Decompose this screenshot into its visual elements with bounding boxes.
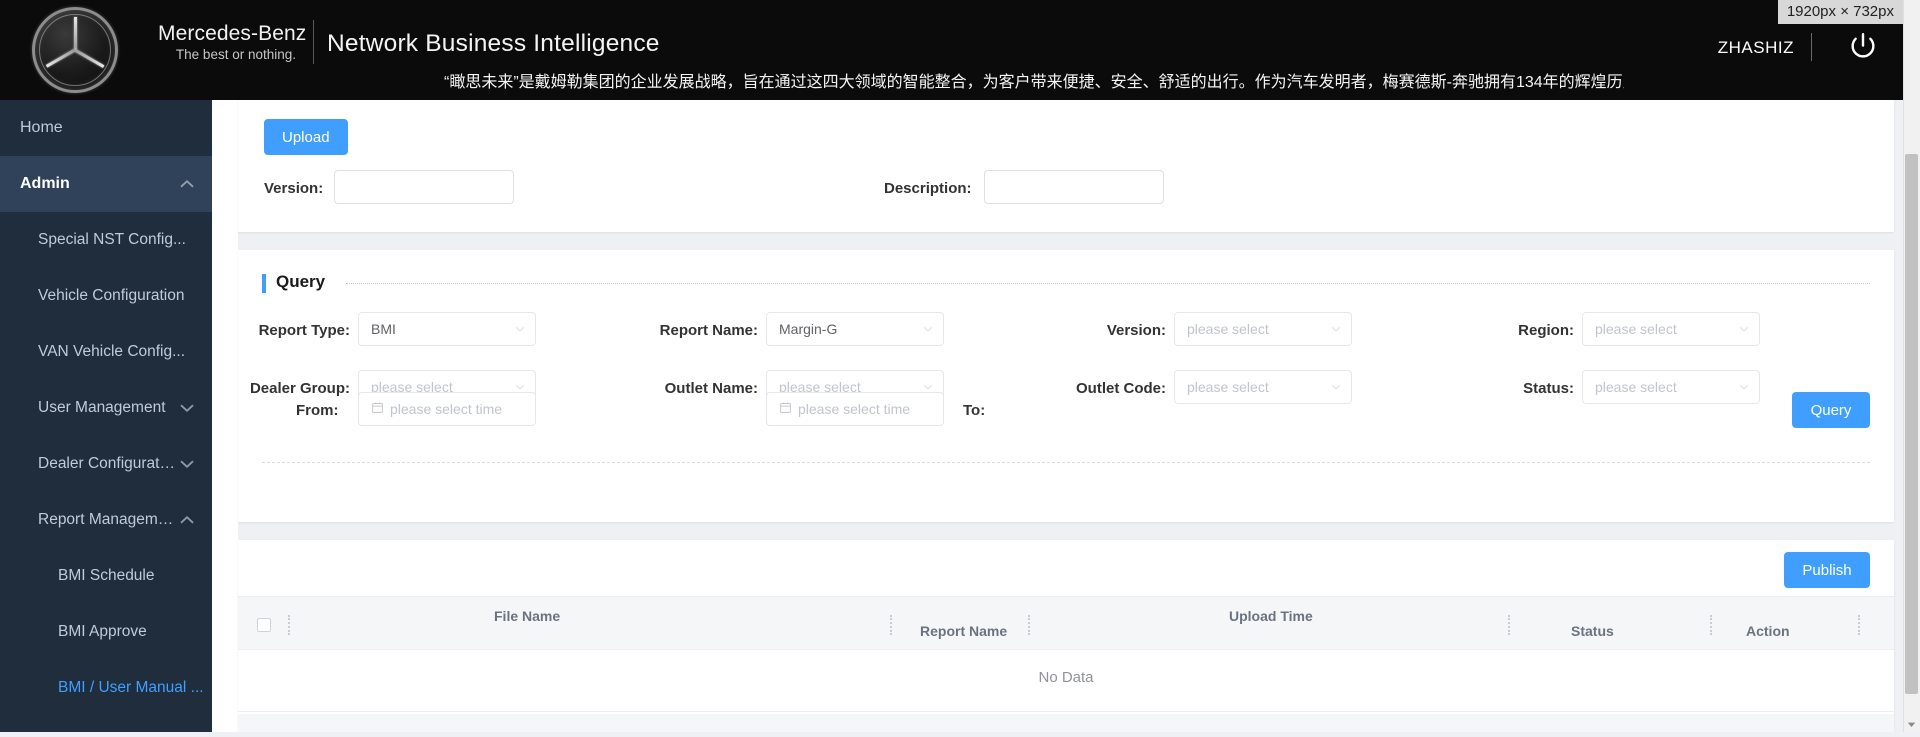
to-date-picker[interactable]: please select time	[766, 392, 944, 426]
status-select[interactable]: please select	[1582, 370, 1760, 404]
sidebar-item-report-management[interactable]: Report Management	[0, 492, 212, 548]
chevron-down-icon[interactable]	[176, 453, 198, 475]
query-bottom-divider	[262, 462, 1870, 463]
header-divider	[1811, 33, 1812, 61]
calendar-icon	[779, 401, 792, 417]
column-header-report-name[interactable]: Report Name	[920, 623, 1007, 639]
chevron-up-icon[interactable]	[176, 509, 198, 531]
column-header-action[interactable]: Action	[1746, 623, 1790, 639]
mercedes-star-icon[interactable]	[32, 7, 118, 93]
dimension-badge: 1920px × 732px	[1778, 0, 1903, 24]
sidebar-nav: Home Admin Special NST Config... Vehicle Co…	[0, 100, 212, 732]
column-resize-handle[interactable]	[288, 615, 290, 635]
power-icon[interactable]	[1846, 30, 1880, 64]
sidebar-item-label: Report Management	[38, 511, 176, 529]
version-label: Version:	[264, 180, 323, 197]
query-section-title: Query	[276, 272, 325, 292]
app-header: Mercedes-Benz The best or nothing. Netwo…	[0, 0, 1920, 100]
to-date-value: please select time	[798, 401, 935, 417]
empty-state-text: No Data	[238, 669, 1894, 686]
sidebar-item-vehicle-configuration[interactable]: Vehicle Configuration	[0, 268, 212, 324]
sidebar-item-label: User Management	[38, 399, 176, 417]
sidebar-item-bmi-approve[interactable]: BMI Approve	[0, 604, 212, 660]
column-header-upload-time[interactable]: Upload Time	[1229, 608, 1313, 624]
sidebar-item-label: Admin	[20, 175, 176, 193]
query-panel: Query Report Type:BMIReport Name:Margin-…	[238, 250, 1894, 522]
column-header-file-name[interactable]: File Name	[494, 608, 560, 624]
brand-block: Mercedes-Benz The best or nothing.	[158, 22, 296, 64]
main-content: Upload Version: Description: Query Repor…	[212, 100, 1920, 732]
sidebar-item-label: BMI Schedule	[58, 567, 212, 585]
marquee-banner: “瞰思未来”是戴姆勒集团的企业发展战略，旨在通过这四大领域的智能整合，为客户带来…	[444, 72, 1624, 100]
column-header-status[interactable]: Status	[1571, 623, 1614, 639]
from-label: From:	[296, 402, 339, 419]
column-resize-handle[interactable]	[1710, 615, 1712, 635]
calendar-icon	[371, 401, 384, 417]
sidebar-item-user-management[interactable]: User Management	[0, 380, 212, 436]
brand-name: Mercedes-Benz	[158, 22, 296, 46]
section-accent-bar	[262, 274, 266, 293]
upload-panel: Upload Version: Description:	[238, 100, 1894, 232]
version-input[interactable]	[334, 170, 514, 204]
column-resize-handle[interactable]	[1028, 615, 1030, 635]
sidebar-item-label: BMI Approve	[58, 623, 212, 641]
chevron-up-icon[interactable]	[176, 173, 198, 195]
scrollbar-down-arrow-icon[interactable]	[1904, 717, 1919, 732]
sidebar-item-van-vehicle-config[interactable]: VAN Vehicle Config...	[0, 324, 212, 380]
publish-button[interactable]: Publish	[1784, 552, 1870, 588]
region-select[interactable]: please select	[1582, 312, 1760, 346]
sidebar-item-home[interactable]: Home	[0, 100, 212, 156]
chevron-down-icon[interactable]	[176, 397, 198, 419]
sidebar-item-special-nst-config[interactable]: Special NST Config...	[0, 212, 212, 268]
query-section-header: Query	[238, 270, 1894, 298]
sidebar-item-bmi-schedule[interactable]: BMI Schedule	[0, 548, 212, 604]
table-header-row: File Name Report Name Upload Time Status…	[238, 596, 1894, 650]
from-date-value: please select time	[390, 401, 527, 417]
app-title: Network Business Intelligence	[327, 30, 660, 58]
sidebar-item-label: VAN Vehicle Config...	[38, 343, 212, 361]
sidebar-item-label: BMI / User Manual ...	[58, 679, 212, 697]
sidebar-item-dealer-configuration[interactable]: Dealer Configuration	[0, 436, 212, 492]
brand-divider	[313, 20, 314, 64]
content-left-gutter	[212, 100, 238, 732]
sidebar-item-bmi-user-manual[interactable]: BMI / User Manual ...	[0, 660, 212, 716]
user-name[interactable]: ZHASHIZ	[1718, 38, 1794, 58]
table-footer	[238, 714, 1894, 732]
sidebar-item-label: Home	[20, 119, 212, 137]
column-resize-handle[interactable]	[1858, 615, 1860, 635]
description-label: Description:	[884, 180, 972, 197]
marquee-text: “瞰思未来”是戴姆勒集团的企业发展战略，旨在通过这四大领域的智能整合，为客户带来…	[444, 72, 1624, 94]
chevron-down-icon	[1737, 322, 1751, 336]
page-scrollbar-thumb[interactable]	[1905, 154, 1918, 694]
chevron-down-icon	[1737, 380, 1751, 394]
sidebar-item-upload-infusion[interactable]: Upload Infusion	[0, 716, 212, 732]
section-dotted-rule	[346, 283, 1870, 284]
results-panel: Publish File Name Report Name Upload Tim…	[238, 540, 1894, 732]
description-input[interactable]	[984, 170, 1164, 204]
star-spoke-1	[74, 17, 77, 50]
column-resize-handle[interactable]	[890, 615, 892, 635]
from-date-picker[interactable]: please select time	[358, 392, 536, 426]
table-body: No Data	[238, 650, 1894, 712]
sidebar-item-label: Dealer Configuration	[38, 455, 176, 473]
column-resize-handle[interactable]	[1508, 615, 1510, 635]
status-value: please select	[1595, 379, 1737, 395]
sidebar-item-list: Home Admin Special NST Config... Vehicle Co…	[0, 100, 212, 732]
region-label: Region:	[238, 322, 1574, 339]
sidebar-item-admin[interactable]: Admin	[0, 156, 212, 212]
brand-tagline: The best or nothing.	[158, 46, 296, 64]
sidebar-item-label: Vehicle Configuration	[38, 287, 212, 305]
select-all-checkbox[interactable]	[257, 618, 271, 632]
sidebar-item-label: Special NST Config...	[38, 231, 212, 249]
to-label: To:	[963, 402, 985, 419]
upload-button[interactable]: Upload	[264, 119, 348, 155]
query-button[interactable]: Query	[1792, 392, 1870, 428]
region-value: please select	[1595, 321, 1737, 337]
